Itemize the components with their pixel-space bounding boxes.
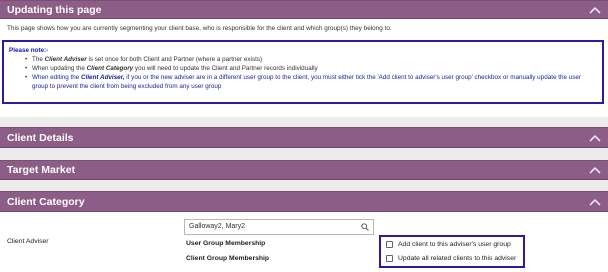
user-group-membership-label: User Group Membership	[186, 240, 266, 247]
chevron-up-icon[interactable]	[589, 6, 601, 14]
update-related-clients-checkbox[interactable]	[386, 255, 393, 262]
panel-title: Client Category	[7, 195, 85, 208]
add-to-user-group-checkbox[interactable]	[386, 241, 393, 248]
divider	[0, 117, 608, 127]
client-group-membership-label: Client Group Membership	[186, 255, 270, 262]
note-box: Please note:- The Client Adviser is set …	[2, 40, 604, 104]
search-icon[interactable]	[361, 223, 369, 231]
client-adviser-input[interactable]: Galloway2, Mary2	[184, 219, 374, 235]
checkbox-label: Add client to this adviser's user group	[398, 241, 511, 248]
client-adviser-value: Galloway2, Mary2	[189, 223, 246, 230]
panel-header-updating[interactable]: Updating this page	[0, 0, 608, 19]
panel-title: Updating this page	[7, 3, 102, 16]
divider	[0, 148, 608, 160]
intro-text: This page shows how you are currently se…	[7, 25, 392, 32]
panel-header-target-market[interactable]: Target Market	[0, 160, 608, 180]
chevron-up-icon[interactable]	[589, 198, 601, 206]
chevron-up-icon[interactable]	[589, 166, 601, 174]
divider	[0, 180, 608, 191]
note-item: The Client Adviser is set once for both …	[25, 55, 597, 64]
note-list: The Client Adviser is set once for both …	[25, 55, 597, 91]
page: Updating this page This page shows how y…	[0, 0, 608, 272]
panel-header-client-details[interactable]: Client Details	[0, 127, 608, 148]
adviser-options-box: Add client to this adviser's user group …	[379, 235, 525, 268]
client-adviser-label: Client Adviser	[7, 238, 49, 245]
update-related-clients-option[interactable]: Update all related clients to this advis…	[386, 255, 516, 262]
checkbox-label: Update all related clients to this advis…	[398, 255, 517, 262]
note-item: When editing the Client Adviser, if you …	[25, 73, 597, 91]
panel-header-client-category[interactable]: Client Category	[0, 191, 608, 212]
note-item: When updating the Client Category you wi…	[25, 64, 597, 73]
note-title: Please note:-	[9, 47, 49, 54]
panel-title: Client Details	[7, 131, 74, 144]
chevron-up-icon[interactable]	[589, 134, 601, 142]
add-to-user-group-option[interactable]: Add client to this adviser's user group	[386, 241, 511, 248]
panel-title: Target Market	[7, 164, 76, 176]
